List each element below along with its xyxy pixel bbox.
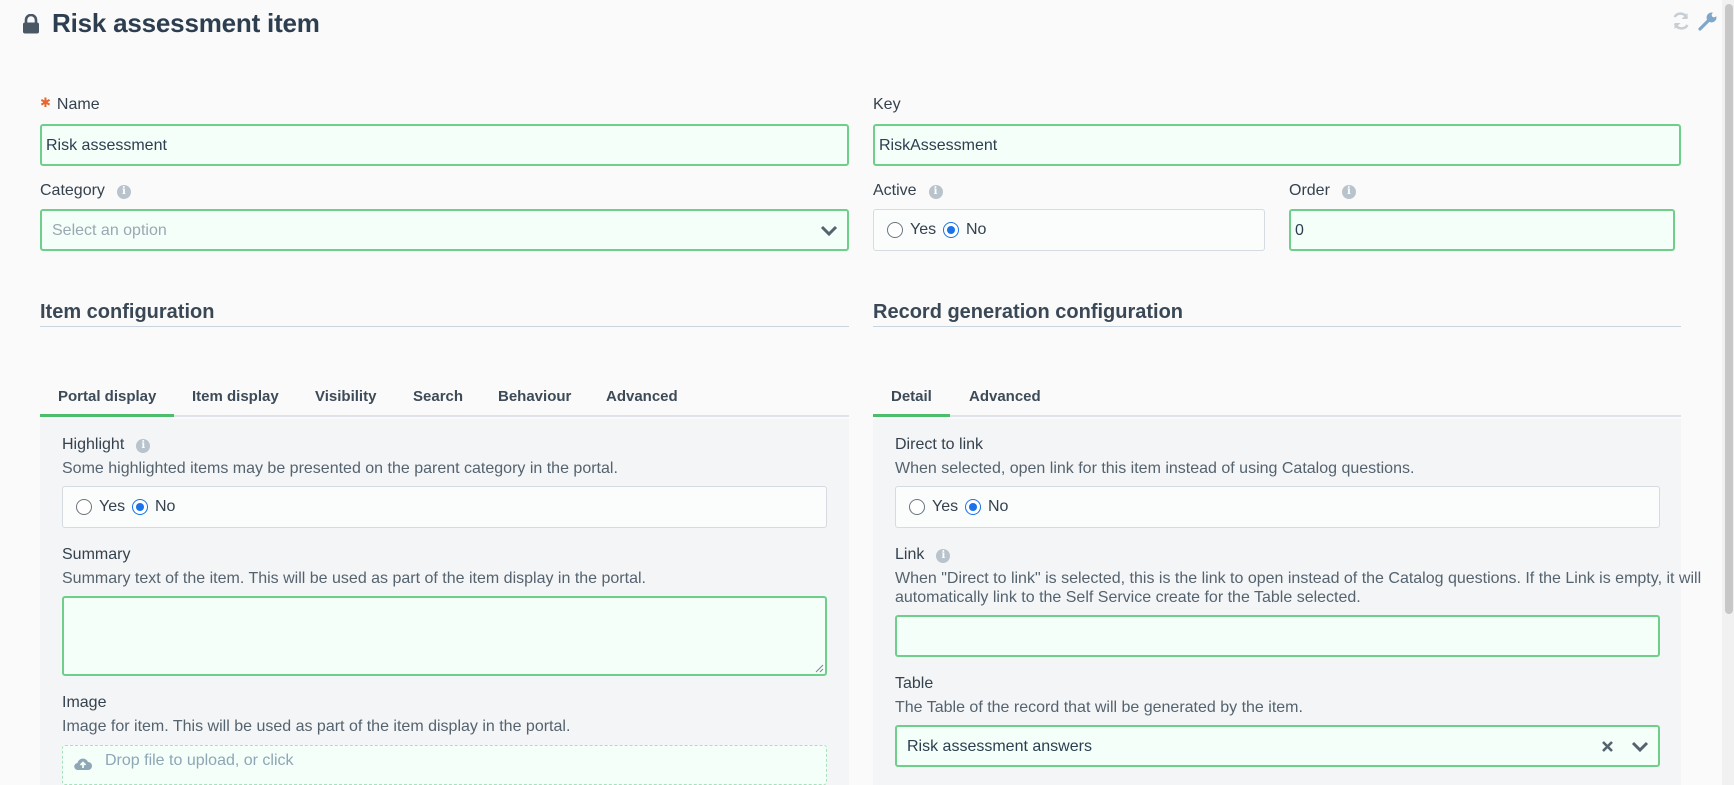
link-field[interactable] <box>895 615 1660 657</box>
scrollbar-thumb[interactable] <box>1725 4 1733 614</box>
tab-portal-display[interactable]: Portal display <box>40 379 175 417</box>
table-selected-value: Risk assessment answers <box>907 738 1092 755</box>
direct-link-radio-group: Yes No <box>895 486 1660 528</box>
radio-circle[interactable] <box>887 222 903 238</box>
lock-icon <box>23 14 39 34</box>
highlight-radio-group: Yes No <box>62 486 827 528</box>
active-yes-radio[interactable]: Yes <box>887 221 936 239</box>
link-label: Link i <box>895 546 951 564</box>
key-field[interactable]: RiskAssessment <box>873 124 1681 166</box>
info-icon[interactable]: i <box>936 549 951 563</box>
image-dropzone[interactable]: Drop file to upload, or click <box>62 745 827 785</box>
active-radio-group: Yes No <box>873 209 1265 251</box>
dropzone-text: Drop file to upload, or click <box>105 752 294 769</box>
refresh-icon[interactable] <box>1670 10 1692 32</box>
summary-label: Summary <box>62 546 131 563</box>
link-description-line2: automatically link to the Self Service c… <box>895 589 1361 606</box>
chevron-down-icon[interactable] <box>1631 741 1649 753</box>
resize-handle-icon[interactable] <box>814 663 824 673</box>
direct-link-description: When selected, open link for this item i… <box>895 460 1415 477</box>
direct-link-yes-radio[interactable]: Yes <box>909 498 958 516</box>
info-icon[interactable]: i <box>136 439 151 453</box>
info-icon[interactable]: i <box>1341 185 1356 199</box>
link-description-line1: When "Direct to link" is selected, this … <box>895 570 1702 587</box>
info-icon[interactable]: i <box>116 185 131 199</box>
order-field[interactable]: 0 <box>1289 209 1675 251</box>
direct-link-label: Direct to link <box>895 436 984 453</box>
summary-description: Summary text of the item. This will be u… <box>62 570 646 587</box>
category-placeholder: Select an option <box>52 222 167 239</box>
highlight-label: Highlight i <box>62 436 151 454</box>
cloud-upload-icon <box>74 758 92 771</box>
tab-advanced[interactable]: Advanced <box>588 379 696 417</box>
item-configuration-heading: Item configuration <box>40 301 215 323</box>
page-title: Risk assessment item <box>52 8 320 38</box>
name-field[interactable]: Risk assessment <box>40 124 849 166</box>
image-description: Image for item. This will be used as par… <box>62 718 571 735</box>
direct-link-no-radio[interactable]: No <box>965 498 1008 516</box>
record-generation-heading: Record generation configuration <box>873 301 1184 323</box>
active-no-radio[interactable]: No <box>943 221 986 239</box>
radio-circle-selected[interactable] <box>943 222 959 238</box>
key-label: Key <box>873 96 901 113</box>
highlight-description: Some highlighted items may be presented … <box>62 460 618 477</box>
item-config-tabs: Portal display Item display Visibility S… <box>40 379 849 417</box>
active-label: Active i <box>873 182 943 200</box>
wrench-icon[interactable] <box>1697 10 1719 32</box>
radio-circle-selected[interactable] <box>132 499 148 515</box>
radio-circle[interactable] <box>76 499 92 515</box>
tab-visibility[interactable]: Visibility <box>297 379 394 417</box>
summary-textarea[interactable] <box>62 596 827 676</box>
record-config-tabs: Detail Advanced <box>873 379 1681 417</box>
radio-circle[interactable] <box>909 499 925 515</box>
category-select[interactable]: Select an option <box>40 209 849 251</box>
tab-item-display[interactable]: Item display <box>174 379 297 417</box>
info-icon[interactable]: i <box>928 185 943 199</box>
order-label: Order i <box>1289 182 1356 200</box>
image-label: Image <box>62 694 107 711</box>
tab-behaviour[interactable]: Behaviour <box>480 379 589 417</box>
chevron-down-icon <box>820 225 838 237</box>
table-select[interactable]: Risk assessment answers <box>895 725 1660 767</box>
clear-icon[interactable] <box>1601 740 1614 753</box>
required-asterisk: ✱ <box>40 95 51 110</box>
tab-advanced[interactable]: Advanced <box>951 379 1059 417</box>
category-label: Category i <box>40 182 131 200</box>
tab-search[interactable]: Search <box>395 379 481 417</box>
highlight-no-radio[interactable]: No <box>132 498 175 516</box>
page-header: Risk assessment item <box>0 0 1734 52</box>
radio-circle-selected[interactable] <box>965 499 981 515</box>
table-description: The Table of the record that will be gen… <box>895 699 1303 716</box>
tab-detail[interactable]: Detail <box>873 379 950 417</box>
table-label: Table <box>895 675 934 692</box>
section-divider <box>873 326 1681 327</box>
highlight-yes-radio[interactable]: Yes <box>76 498 125 516</box>
section-divider <box>40 326 849 327</box>
name-label: ✱ Name <box>40 95 100 113</box>
